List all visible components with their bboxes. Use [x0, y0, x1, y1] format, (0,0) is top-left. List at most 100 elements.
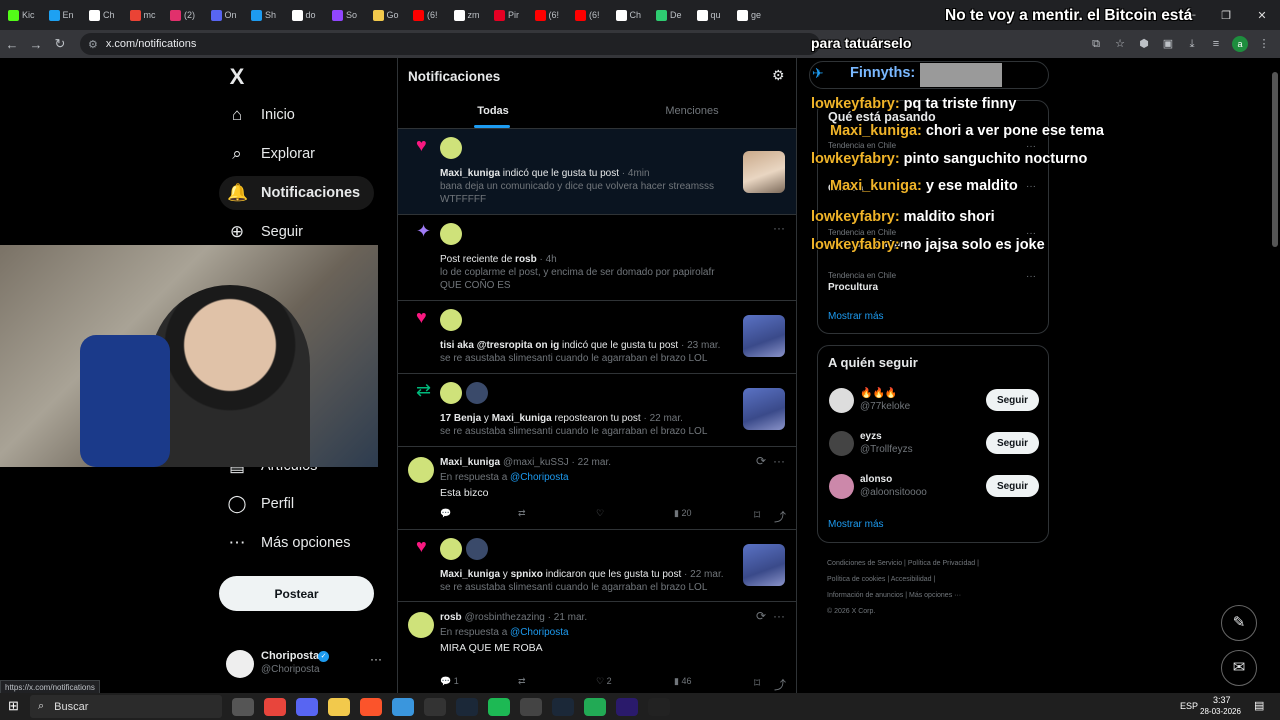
- page-scrollbar[interactable]: [1270, 58, 1280, 693]
- footer-privacy[interactable]: Política de Privacidad: [908, 560, 975, 567]
- forward-icon[interactable]: →: [24, 37, 48, 52]
- close-icon[interactable]: ✕: [1244, 9, 1280, 22]
- footer-more[interactable]: Más opciones ···: [909, 592, 961, 599]
- more-icon[interactable]: ···: [773, 221, 785, 235]
- reload-icon[interactable]: ↻: [48, 36, 72, 52]
- avatar[interactable]: [440, 137, 462, 159]
- menu-icon[interactable]: ⋮: [1256, 36, 1272, 52]
- follow-show-more[interactable]: Mostrar más: [828, 519, 884, 530]
- suggestion-name[interactable]: eyzs: [860, 431, 882, 442]
- browser-tab[interactable]: (6!: [531, 3, 572, 27]
- actor-name[interactable]: Maxi_kuniga: [440, 569, 500, 580]
- like-button[interactable]: ♡ 2: [596, 676, 674, 687]
- notification-item[interactable]: ♥ tisi aka @tresropita on ig indicó que l…: [398, 301, 796, 374]
- views-button[interactable]: ▮ 20: [674, 508, 752, 519]
- windows-start-icon[interactable]: ⊞: [8, 698, 19, 714]
- browser-tab[interactable]: Ch: [85, 3, 126, 27]
- avatar[interactable]: [408, 612, 434, 638]
- follow-button[interactable]: Seguir: [986, 389, 1039, 411]
- brave-icon[interactable]: [360, 697, 382, 716]
- scrollbar-thumb[interactable]: [1272, 72, 1278, 247]
- nav-item-seguir[interactable]: ⊕ Seguir: [219, 215, 317, 249]
- reading-list-icon[interactable]: ≡: [1208, 36, 1224, 52]
- like-button[interactable]: ♡: [596, 508, 674, 519]
- extension-icon[interactable]: ⬢: [1136, 36, 1152, 52]
- avatar[interactable]: [829, 474, 854, 499]
- browser-tab[interactable]: do: [288, 3, 329, 27]
- settings-icon[interactable]: ⚙: [772, 67, 785, 84]
- puzzle-icon[interactable]: ▣: [1160, 36, 1176, 52]
- tab-mentions[interactable]: Menciones: [588, 94, 796, 128]
- tray-time[interactable]: 3:37: [1213, 695, 1231, 705]
- more-icon[interactable]: ···: [370, 652, 382, 666]
- app-icon[interactable]: [520, 697, 542, 716]
- browser-tab[interactable]: Sh: [247, 3, 288, 27]
- install-icon[interactable]: ⧉: [1088, 36, 1104, 52]
- actor-name[interactable]: Maxi_kuniga: [492, 413, 552, 424]
- footer-cookies[interactable]: Política de cookies: [827, 576, 885, 583]
- bookmark-icon[interactable]: ⌑: [754, 676, 760, 690]
- messages-fab[interactable]: ✉: [1221, 650, 1257, 686]
- avatar[interactable]: [466, 538, 488, 560]
- avatar[interactable]: [440, 309, 462, 331]
- browser-tab[interactable]: mc: [126, 3, 167, 27]
- share-icon[interactable]: ⤴: [774, 676, 786, 693]
- reply-button[interactable]: 💬: [440, 508, 518, 519]
- folder-icon[interactable]: [328, 697, 350, 716]
- nav-item-inicio[interactable]: ⌂ Inicio: [219, 98, 309, 132]
- trend-item[interactable]: Tendencia en Chile Procultura ···: [828, 271, 1040, 301]
- browser-tab[interactable]: (6!: [409, 3, 450, 27]
- post-button[interactable]: Postear: [219, 576, 374, 611]
- actor-name[interactable]: tisi aka @tresropita on ig: [440, 340, 559, 351]
- reply-to-link[interactable]: @Choriposta: [510, 627, 569, 638]
- repost-button[interactable]: ⇄: [518, 508, 596, 519]
- notification-item[interactable]: rosb @rosbinthezazing · 21 mar. En respues…: [398, 602, 796, 698]
- browser-tab[interactable]: Go: [369, 3, 410, 27]
- grok-icon[interactable]: ⟳: [756, 454, 766, 468]
- post-thumbnail[interactable]: [743, 544, 785, 586]
- trends-show-more[interactable]: Mostrar más: [828, 311, 884, 322]
- browser-tab[interactable]: (6!: [571, 3, 612, 27]
- browser-tab[interactable]: En: [45, 3, 86, 27]
- actor-name[interactable]: rosb: [515, 254, 537, 265]
- repost-button[interactable]: ⇄: [518, 676, 596, 687]
- bookmark-icon[interactable]: ⌑: [754, 508, 760, 522]
- steam2-icon[interactable]: [552, 697, 574, 716]
- footer-ads-info[interactable]: Información de anuncios: [827, 592, 903, 599]
- notification-item[interactable]: ⇄ 17 Benja y Maxi_kuniga repostearon tu p…: [398, 374, 796, 447]
- nav-item-explorar[interactable]: ⌕ Explorar: [219, 137, 329, 171]
- tray-language[interactable]: ESP: [1180, 701, 1198, 711]
- browser-tab[interactable]: De: [652, 3, 693, 27]
- more-icon[interactable]: ···: [773, 609, 785, 623]
- views-button[interactable]: ▮ 46: [674, 676, 752, 687]
- epic-icon[interactable]: [648, 697, 670, 716]
- tray-date[interactable]: 28-03-2026: [1200, 707, 1241, 716]
- browser-tab[interactable]: Kic: [4, 3, 45, 27]
- post-thumbnail[interactable]: [743, 315, 785, 357]
- footer-terms[interactable]: Condiciones de Servicio: [827, 560, 902, 567]
- account-switcher[interactable]: Choriposta ✓ @Choriposta ···: [226, 647, 386, 683]
- actor-name[interactable]: spnixo: [511, 569, 543, 580]
- follow-button[interactable]: Seguir: [986, 432, 1039, 454]
- reply-to-link[interactable]: @Choriposta: [510, 472, 569, 483]
- browser-tab[interactable]: On: [207, 3, 248, 27]
- follow-button[interactable]: Seguir: [986, 475, 1039, 497]
- site-info-icon[interactable]: ⚙: [88, 38, 98, 51]
- obs-icon[interactable]: [424, 697, 446, 716]
- steam-icon[interactable]: [456, 697, 478, 716]
- notification-item[interactable]: Maxi_kuniga @maxi_kuSSJ · 22 mar. En respu…: [398, 447, 796, 530]
- post-thumbnail[interactable]: [743, 388, 785, 430]
- profile-avatar[interactable]: a: [1232, 36, 1248, 52]
- reply-button[interactable]: 💬 1: [440, 676, 518, 687]
- browser-tab[interactable]: So: [328, 3, 369, 27]
- suggestion-name[interactable]: alonso: [860, 474, 892, 485]
- back-icon[interactable]: ←: [0, 37, 24, 52]
- share-icon[interactable]: ⤴: [774, 508, 786, 525]
- author-name[interactable]: rosb: [440, 612, 462, 623]
- more-icon[interactable]: ···: [773, 454, 785, 468]
- compose-fab[interactable]: ✎: [1221, 605, 1257, 641]
- avatar[interactable]: [408, 457, 434, 483]
- app2-icon[interactable]: [584, 697, 606, 716]
- browser-tab[interactable]: Ch: [612, 3, 653, 27]
- browser-tab[interactable]: qu: [693, 3, 734, 27]
